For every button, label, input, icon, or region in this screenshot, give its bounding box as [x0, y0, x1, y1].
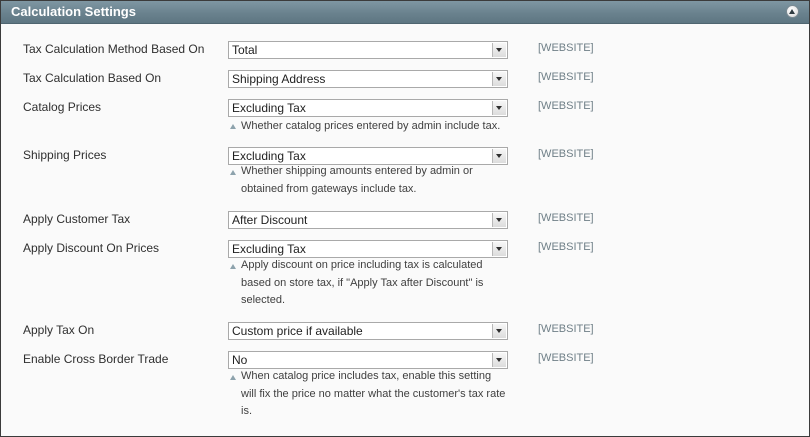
select-value: Excluding Tax	[232, 149, 306, 163]
apply-customer-tax-label: Apply Customer Tax	[23, 212, 131, 226]
tax-calculation-based-on-select[interactable]: Shipping Address	[228, 70, 508, 88]
select-value: Total	[232, 43, 258, 57]
scope-label: [WEBSITE]	[538, 71, 594, 83]
chevron-down-icon[interactable]	[492, 72, 506, 86]
cross-border-trade-note: When catalog price includes tax, enable …	[241, 370, 506, 417]
apply-discount-on-prices-select[interactable]: Excluding Tax	[228, 240, 508, 258]
select-value: Custom price if available	[232, 324, 363, 338]
select-value: Excluding Tax	[232, 101, 306, 115]
note-triangle-icon	[230, 170, 236, 175]
apply-tax-on-select[interactable]: Custom price if available	[228, 322, 508, 340]
chevron-down-icon[interactable]	[492, 43, 506, 57]
scope-label: [WEBSITE]	[538, 100, 594, 112]
scope-label: [WEBSITE]	[538, 148, 594, 160]
catalog-prices-note: Whether catalog prices entered by admin …	[241, 120, 501, 132]
scope-label: [WEBSITE]	[538, 241, 594, 253]
scope-label: [WEBSITE]	[538, 352, 594, 364]
apply-discount-note: Apply discount on price including tax is…	[241, 259, 484, 306]
shipping-prices-note: Whether shipping amounts entered by admi…	[241, 165, 473, 195]
chevron-down-icon[interactable]	[492, 353, 506, 367]
select-value: Shipping Address	[232, 72, 326, 86]
apply-tax-on-label: Apply Tax On	[23, 323, 95, 337]
scope-label: [WEBSITE]	[538, 42, 594, 54]
scope-label: [WEBSITE]	[538, 323, 594, 335]
chevron-down-icon[interactable]	[492, 242, 506, 256]
panel-header[interactable]: Calculation Settings	[1, 1, 809, 24]
select-value: After Discount	[232, 213, 308, 227]
select-value: Excluding Tax	[232, 242, 306, 256]
note-triangle-icon	[230, 375, 236, 380]
chevron-down-icon[interactable]	[492, 101, 506, 115]
apply-customer-tax-select[interactable]: After Discount	[228, 211, 508, 229]
tax-calculation-method-label: Tax Calculation Method Based On	[23, 42, 205, 56]
shipping-prices-label: Shipping Prices	[23, 148, 107, 162]
calculation-settings-panel: Calculation Settings Tax Calculation Met…	[0, 0, 810, 437]
enable-cross-border-trade-select[interactable]: No	[228, 351, 508, 369]
catalog-prices-select[interactable]: Excluding Tax	[228, 99, 508, 117]
enable-cross-border-trade-label: Enable Cross Border Trade	[23, 352, 169, 366]
note-triangle-icon	[230, 124, 236, 129]
chevron-down-icon[interactable]	[492, 213, 506, 227]
note-triangle-icon	[230, 264, 236, 269]
chevron-down-icon[interactable]	[492, 324, 506, 338]
chevron-down-icon[interactable]	[492, 149, 506, 163]
apply-discount-on-prices-label: Apply Discount On Prices	[23, 241, 160, 255]
catalog-prices-label: Catalog Prices	[23, 100, 102, 114]
panel-title: Calculation Settings	[11, 4, 136, 19]
select-value: No	[232, 353, 248, 367]
collapse-icon[interactable]	[786, 5, 799, 18]
scope-label: [WEBSITE]	[538, 212, 594, 224]
tax-calculation-based-on-label: Tax Calculation Based On	[23, 71, 162, 85]
tax-calculation-method-select[interactable]: Total	[228, 41, 508, 59]
